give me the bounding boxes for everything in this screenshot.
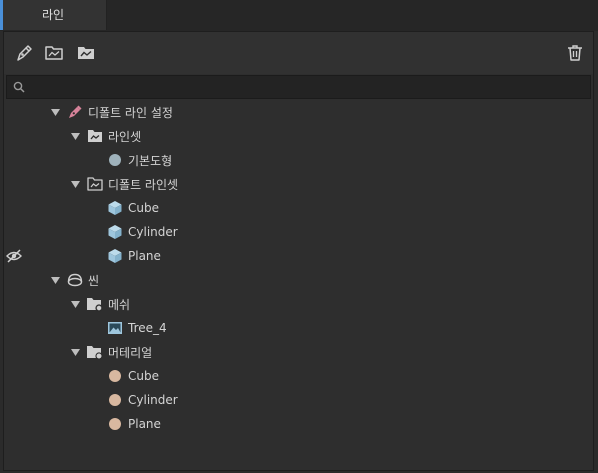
add-lineset-filled-button[interactable] — [74, 41, 98, 65]
eye-off-icon — [6, 249, 22, 263]
search-input[interactable] — [29, 78, 583, 98]
folder-mesh-icon — [86, 292, 104, 316]
tree-item-label: Plane — [128, 249, 161, 263]
delete-button[interactable] — [563, 41, 587, 65]
tree-item-label: 디폴트 라인 설정 — [88, 105, 173, 120]
tree-item-cube[interactable]: Cube — [88, 196, 159, 220]
cube-icon — [106, 196, 124, 220]
toolbar — [4, 32, 593, 74]
tree-item-label: 라인셋 — [108, 129, 142, 144]
tree-item-label: 머테리얼 — [108, 345, 153, 360]
tab-bar: 라인 — [0, 0, 598, 31]
caret-down-icon — [70, 180, 80, 188]
expand-arrow[interactable] — [68, 340, 82, 364]
caret-down-icon — [50, 276, 60, 284]
tree-item-material[interactable]: 머테리얼 — [68, 340, 152, 364]
scene-icon — [66, 268, 84, 292]
tree-item-primitive[interactable]: 기본도형 — [88, 148, 172, 172]
cube-icon — [106, 244, 124, 268]
tree-item-label: 기본도형 — [128, 153, 173, 168]
trash-icon — [568, 45, 582, 61]
material-sphere-icon — [106, 412, 124, 436]
tree-item-label: Plane — [128, 417, 161, 431]
material-sphere-icon — [106, 388, 124, 412]
tree-item-material-cylinder[interactable]: Cylinder — [88, 388, 178, 412]
expand-arrow[interactable] — [48, 100, 62, 124]
folder-filled-line-icon — [86, 124, 104, 148]
folder-line-icon — [86, 172, 104, 196]
tree-item-label: 씬 — [88, 273, 100, 288]
folder-material-icon — [86, 340, 104, 364]
tree-item-default-lineset[interactable]: 디폴트 라인셋 — [68, 172, 178, 196]
tree-item-label: 메쉬 — [108, 297, 131, 312]
expand-arrow[interactable] — [68, 292, 82, 316]
caret-down-icon — [50, 108, 60, 116]
visibility-toggle[interactable] — [6, 244, 22, 268]
tree-item-mesh[interactable]: 메쉬 — [68, 292, 130, 316]
tree-item-label: 디폴트 라인셋 — [108, 177, 179, 192]
caret-down-icon — [70, 348, 80, 356]
tree-item-label: Cube — [128, 369, 159, 383]
search-icon — [13, 81, 25, 93]
tree-item-default-line-settings[interactable]: 디폴트 라인 설정 — [48, 100, 173, 124]
tab-label: 라인 — [41, 8, 65, 22]
add-line-style-button[interactable] — [12, 41, 36, 65]
caret-down-icon — [70, 300, 80, 308]
sphere-icon — [106, 148, 124, 172]
search-bar — [6, 75, 591, 99]
tree-item-tree4[interactable]: Tree_4 — [88, 316, 167, 340]
tree-item-plane[interactable]: Plane — [88, 244, 161, 268]
tree-item-label: Cube — [128, 201, 159, 215]
tree-item-material-cube[interactable]: Cube — [88, 364, 159, 388]
tab-line[interactable]: 라인 — [0, 0, 107, 30]
tree-item-label: Cylinder — [128, 393, 178, 407]
image-icon — [106, 316, 124, 340]
expand-arrow[interactable] — [48, 268, 62, 292]
expand-arrow[interactable] — [68, 124, 82, 148]
pen-icon — [17, 45, 32, 61]
add-lineset-button[interactable] — [42, 41, 66, 65]
tree-item-cylinder[interactable]: Cylinder — [88, 220, 178, 244]
tree-item-scene[interactable]: 씬 — [48, 268, 99, 292]
material-sphere-icon — [106, 364, 124, 388]
cube-icon — [106, 220, 124, 244]
pen-icon — [66, 100, 84, 124]
caret-down-icon — [70, 132, 80, 140]
expand-arrow[interactable] — [68, 172, 82, 196]
tree-item-material-plane[interactable]: Plane — [88, 412, 161, 436]
folder-line-icon — [45, 46, 63, 60]
tree-item-label: Tree_4 — [128, 321, 167, 335]
tree-item-lineset[interactable]: 라인셋 — [68, 124, 141, 148]
folder-filled-line-icon — [78, 47, 94, 59]
tree-item-label: Cylinder — [128, 225, 178, 239]
